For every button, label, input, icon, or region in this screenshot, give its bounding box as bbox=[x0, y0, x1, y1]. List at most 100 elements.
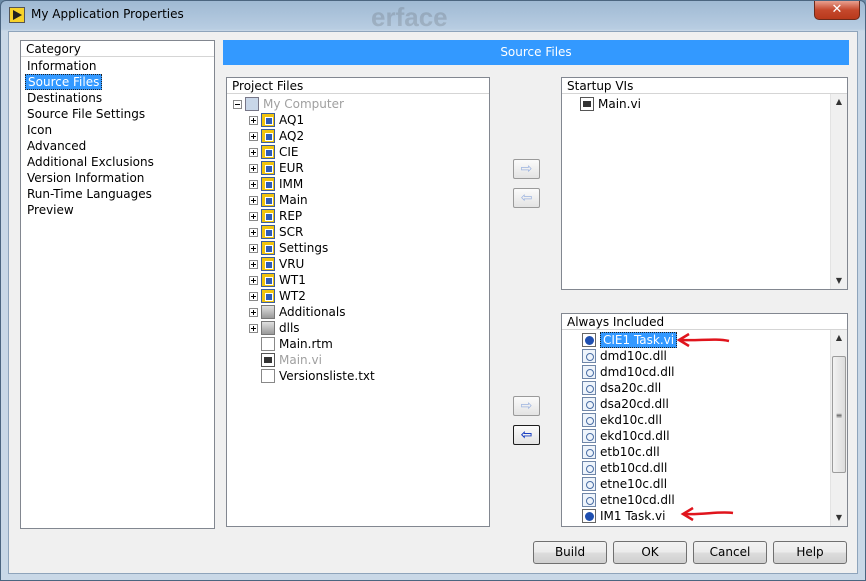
included-item[interactable]: dmd10cd.dll bbox=[568, 364, 818, 380]
included-item-label: dsa20cd.dll bbox=[600, 397, 669, 411]
scrollbar-thumb[interactable]: ≡ bbox=[832, 356, 846, 473]
tree-item[interactable]: Main.rtm bbox=[249, 336, 479, 352]
build-button[interactable]: Build bbox=[533, 541, 607, 564]
background-window-text: erface bbox=[371, 2, 448, 32]
tree-item[interactable]: Main bbox=[249, 192, 479, 208]
scroll-up-arrow-icon[interactable]: ▲ bbox=[831, 94, 847, 110]
startup-vis-panel: Startup VIs Main.vi ▲ ▼ bbox=[561, 77, 848, 290]
tree-item[interactable]: Versionsliste.txt bbox=[249, 368, 479, 384]
tree-item-label: Main bbox=[279, 193, 308, 207]
tree-item-label: AQ1 bbox=[279, 113, 305, 127]
included-item[interactable]: dsa20c.dll bbox=[568, 380, 818, 396]
tree-item[interactable]: REP bbox=[249, 208, 479, 224]
tree-item[interactable]: Settings bbox=[249, 240, 479, 256]
tree-item[interactable]: CIE bbox=[249, 144, 479, 160]
included-item[interactable]: ekd10c.dll bbox=[568, 412, 818, 428]
dll-file-icon bbox=[582, 349, 596, 363]
expand-icon[interactable] bbox=[249, 212, 258, 221]
included-item[interactable]: dmd10c.dll bbox=[568, 348, 818, 364]
included-item[interactable]: ekd10cd.dll bbox=[568, 428, 818, 444]
included-item-label: dmd10cd.dll bbox=[600, 365, 675, 379]
tree-item[interactable]: AQ1 bbox=[249, 112, 479, 128]
included-item-label: CIE1 Task.vi bbox=[600, 332, 678, 348]
tree-item[interactable]: Main.vi bbox=[249, 352, 479, 368]
expand-icon[interactable] bbox=[249, 292, 258, 301]
cancel-button[interactable]: Cancel bbox=[693, 541, 767, 564]
tree-item-label: EUR bbox=[279, 161, 304, 175]
expand-icon[interactable] bbox=[249, 228, 258, 237]
add-to-startup-button[interactable]: ⇨ bbox=[513, 159, 540, 179]
category-item[interactable]: Additional Exclusions bbox=[25, 154, 156, 170]
startup-scrollbar[interactable]: ▲ ▼ bbox=[830, 94, 847, 289]
tree-item[interactable]: IMM bbox=[249, 176, 479, 192]
tree-item[interactable]: Additionals bbox=[249, 304, 479, 320]
category-item[interactable]: Advanced bbox=[25, 138, 88, 154]
tree-item[interactable]: SCR bbox=[249, 224, 479, 240]
tree-item-label: Settings bbox=[279, 241, 329, 255]
category-item[interactable]: Destinations bbox=[25, 90, 104, 106]
included-item[interactable]: etne10c.dll bbox=[568, 476, 818, 492]
close-button[interactable]: ✕ bbox=[814, 1, 860, 20]
expand-icon[interactable] bbox=[249, 276, 258, 285]
included-item[interactable]: etb10cd.dll bbox=[568, 460, 818, 476]
expand-icon[interactable] bbox=[249, 148, 258, 157]
scroll-down-arrow-icon[interactable]: ▼ bbox=[831, 510, 847, 526]
expand-icon[interactable] bbox=[249, 164, 258, 173]
always-included-scrollbar[interactable]: ▲ ≡ ▼ bbox=[830, 330, 847, 526]
tree-item-label: Additionals bbox=[279, 305, 346, 319]
dll-file-icon bbox=[582, 397, 596, 411]
folder-icon bbox=[261, 305, 275, 319]
tree-item[interactable]: EUR bbox=[249, 160, 479, 176]
dll-file-icon bbox=[582, 413, 596, 427]
tree-item-label: WT1 bbox=[279, 273, 306, 287]
tree-item-label: Main.rtm bbox=[279, 337, 333, 351]
category-item[interactable]: Information bbox=[25, 58, 98, 74]
tree-item[interactable]: AQ2 bbox=[249, 128, 479, 144]
expand-icon[interactable] bbox=[249, 308, 258, 317]
scroll-down-arrow-icon[interactable]: ▼ bbox=[831, 273, 847, 289]
title-bar[interactable]: My Application Properties erface ✕ bbox=[1, 1, 865, 32]
project-files-header: Project Files bbox=[227, 78, 489, 94]
collapse-icon[interactable] bbox=[233, 100, 242, 109]
category-item[interactable]: Source File Settings bbox=[25, 106, 147, 122]
tree-item[interactable]: WT2 bbox=[249, 288, 479, 304]
add-to-always-included-button[interactable]: ⇨ bbox=[513, 396, 540, 416]
expand-icon[interactable] bbox=[249, 324, 258, 333]
remove-from-always-included-button[interactable]: ⇦ bbox=[513, 425, 540, 445]
included-item[interactable]: etb10c.dll bbox=[568, 444, 818, 460]
help-button[interactable]: Help bbox=[773, 541, 847, 564]
ok-button[interactable]: OK bbox=[613, 541, 687, 564]
scroll-up-arrow-icon[interactable]: ▲ bbox=[831, 330, 847, 346]
included-item[interactable]: dsa20cd.dll bbox=[568, 396, 818, 412]
remove-from-startup-button[interactable]: ⇦ bbox=[513, 188, 540, 208]
dll-file-icon bbox=[582, 365, 596, 379]
library-icon bbox=[261, 241, 275, 255]
expand-icon[interactable] bbox=[249, 180, 258, 189]
expand-icon[interactable] bbox=[249, 132, 258, 141]
expand-icon[interactable] bbox=[249, 116, 258, 125]
category-item[interactable]: Source Files bbox=[25, 74, 103, 90]
library-icon bbox=[261, 225, 275, 239]
tree-item[interactable]: dlls bbox=[249, 320, 479, 336]
vi-file-icon bbox=[582, 333, 596, 347]
startup-item[interactable]: Main.vi bbox=[568, 96, 818, 112]
text-file-icon bbox=[261, 369, 275, 383]
tree-item-label: REP bbox=[279, 209, 303, 223]
included-item-label: etb10c.dll bbox=[600, 445, 660, 459]
category-item[interactable]: Preview bbox=[25, 202, 76, 218]
library-icon bbox=[261, 129, 275, 143]
tree-item[interactable]: VRU bbox=[249, 256, 479, 272]
category-item[interactable]: Icon bbox=[25, 122, 54, 138]
expand-icon[interactable] bbox=[249, 244, 258, 253]
expand-icon[interactable] bbox=[249, 260, 258, 269]
category-item[interactable]: Version Information bbox=[25, 170, 146, 186]
tree-root-label: My Computer bbox=[263, 97, 344, 111]
dll-file-icon bbox=[582, 461, 596, 475]
tree-root-my-computer[interactable]: My Computer bbox=[233, 96, 483, 112]
tree-item[interactable]: WT1 bbox=[249, 272, 479, 288]
vi-file-icon bbox=[580, 97, 594, 111]
expand-icon[interactable] bbox=[249, 196, 258, 205]
category-item[interactable]: Run-Time Languages bbox=[25, 186, 154, 202]
tree-item-label: AQ2 bbox=[279, 129, 305, 143]
project-files-panel: Project Files My Computer AQ1 AQ2 CIE EUR IM… bbox=[226, 77, 490, 527]
